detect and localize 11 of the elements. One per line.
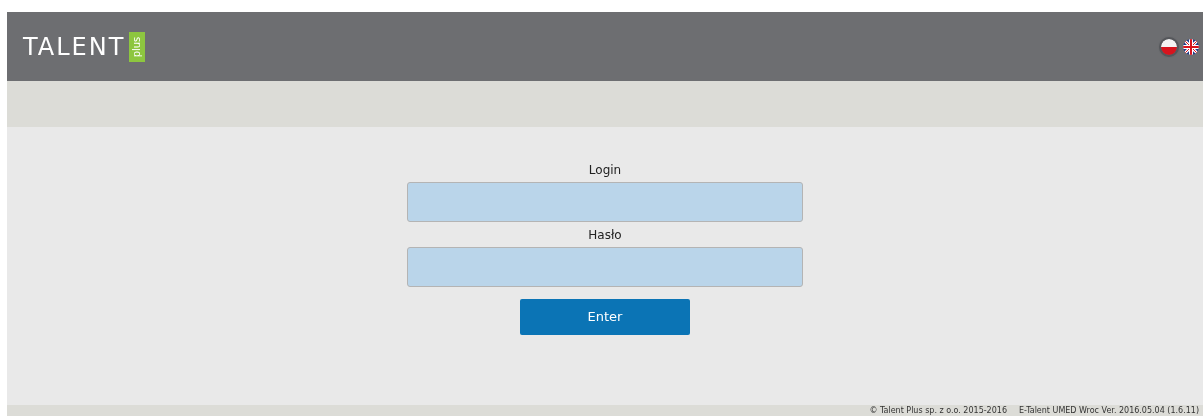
logo-badge: plus: [129, 31, 146, 62]
uk-flag-icon[interactable]: [1183, 38, 1199, 55]
copyright-text: © Talent Plus sp. z o.o. 2015-2016: [869, 406, 1007, 415]
version-text: E-Talent UMED Wroc Ver. 2016.05.04 (1.6.11): [1018, 406, 1199, 415]
field-label: Hasło: [588, 227, 622, 244]
field-label: Login: [588, 162, 622, 179]
enter-button[interactable]: Enter: [520, 299, 690, 335]
input-field[interactable]: [407, 247, 803, 287]
input-field[interactable]: [407, 182, 803, 222]
logo-text: TALENT: [23, 34, 126, 59]
poland-flag-icon[interactable]: [1161, 38, 1177, 55]
